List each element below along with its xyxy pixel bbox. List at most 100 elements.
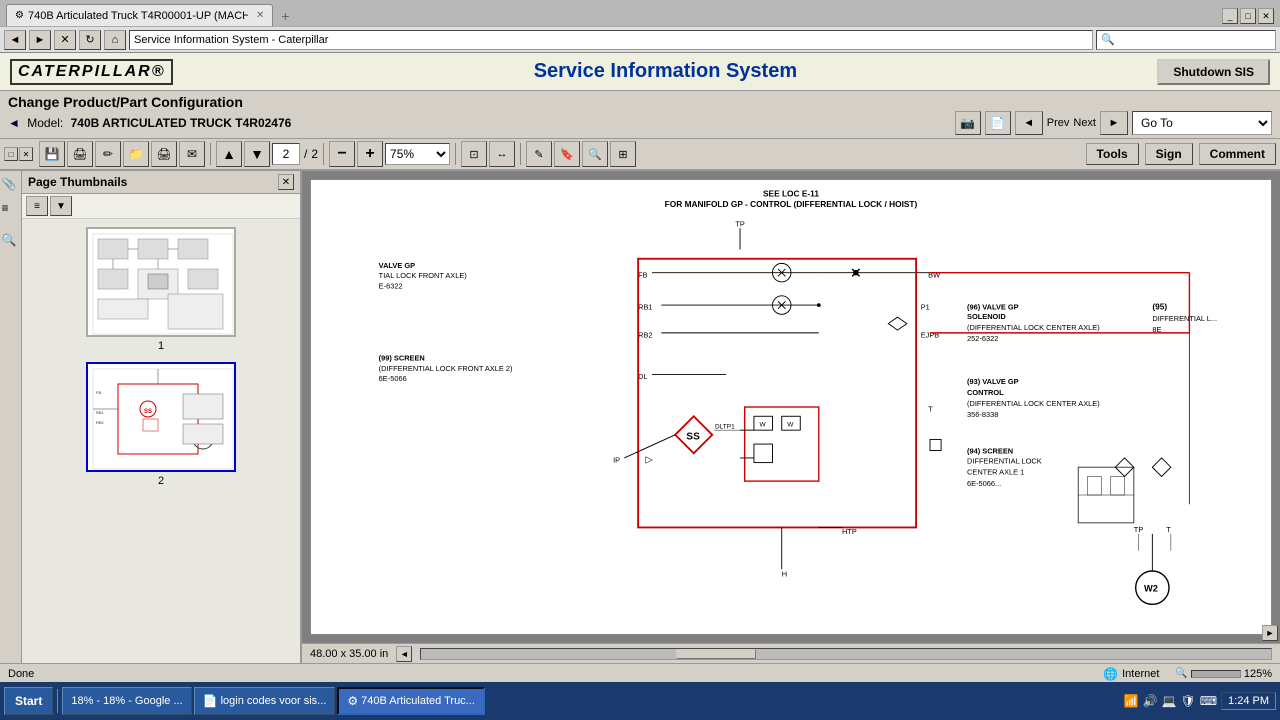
page-separator: / <box>302 147 309 161</box>
tb-layers-btn[interactable]: ⊞ <box>610 141 636 167</box>
stop-nav-btn[interactable]: ✕ <box>54 30 76 50</box>
doc-page[interactable]: SEE LOC E-11 FOR MANIFOLD GP - CONTROL (… <box>310 179 1272 635</box>
shutdown-sis-btn[interactable]: Shutdown SIS <box>1157 59 1270 85</box>
scroll-left-btn[interactable]: ◄ <box>396 646 412 662</box>
tb-zoom-out-btn[interactable]: − <box>329 141 355 167</box>
window-controls: _ □ ✕ <box>1222 8 1274 26</box>
strip-icon-search[interactable]: 🔍 <box>2 233 20 251</box>
svg-text:W: W <box>787 421 794 428</box>
prev-btn[interactable]: ◄ <box>1015 111 1043 135</box>
tray-icon-2: 🔊 <box>1143 694 1158 708</box>
browser-tab[interactable]: ⚙ 740B Articulated Truck T4R00001-UP (MA… <box>6 4 273 26</box>
svg-text:TP: TP <box>1134 525 1144 534</box>
forward-nav-btn[interactable]: ► <box>29 30 51 50</box>
refresh-nav-btn[interactable]: ↻ <box>79 30 101 50</box>
tb-right-btns: Tools Sign Comment <box>1086 143 1276 165</box>
schematic-diagram: SEE LOC E-11 FOR MANIFOLD GP - CONTROL (… <box>311 180 1271 634</box>
svg-text:W2: W2 <box>1144 583 1158 593</box>
win-restore-btn[interactable]: □ <box>4 147 18 161</box>
strip-icon-list[interactable]: ≡ <box>2 201 20 219</box>
model-value: 740B ARTICULATED TRUCK T4R02476 <box>71 116 292 130</box>
document-icon-btn[interactable]: 📄 <box>985 111 1011 135</box>
tb-zoom-in-btn[interactable]: + <box>357 141 383 167</box>
thumbnail-item-2[interactable]: SS W2 FB RB1 RB2 <box>30 362 292 487</box>
address-bar: ◄ ► ✕ ↻ ⌂ 🔍 <box>0 26 1280 52</box>
tb-edit-btn[interactable]: ✏ <box>95 141 121 167</box>
taskbar-btn-login[interactable]: 📄 login codes voor sis... <box>194 687 336 715</box>
h-scrollbar[interactable] <box>420 648 1272 660</box>
svg-text:H: H <box>782 570 787 579</box>
tb-fit-page-btn[interactable]: ⊡ <box>461 141 487 167</box>
scroll-thumb[interactable] <box>676 649 756 659</box>
svg-text:(DIFFERENTIAL LOCK CENTER AXLE: (DIFFERENTIAL LOCK CENTER AXLE) <box>967 399 1100 408</box>
scroll-right-btn[interactable]: ► <box>1262 625 1278 641</box>
svg-text:6E-5066: 6E-5066 <box>379 374 407 383</box>
zoom-control[interactable]: 🔍 125% <box>1175 668 1272 680</box>
svg-text:(94) SCREEN: (94) SCREEN <box>967 446 1013 455</box>
tb-separator4 <box>520 143 521 165</box>
goto-select[interactable]: Go To Page 1 Page 2 <box>1132 111 1272 135</box>
tb-up-btn[interactable]: ▲ <box>216 141 242 167</box>
product-config-title: Change Product/Part Configuration <box>8 94 1272 110</box>
thumbnail-label-1: 1 <box>158 340 164 352</box>
zoom-slider[interactable] <box>1191 670 1241 678</box>
tb-print2-btn[interactable]: 🖨 <box>151 141 177 167</box>
svg-text:HTP: HTP <box>842 527 857 536</box>
tb-down-btn[interactable]: ▼ <box>244 141 270 167</box>
camera-icon-btn[interactable]: 📷 <box>955 111 981 135</box>
prev-label: Prev <box>1047 117 1070 129</box>
new-tab-btn[interactable]: + <box>275 6 295 26</box>
window-maximize-btn[interactable]: □ <box>1240 8 1256 24</box>
page-number-input[interactable] <box>272 143 300 165</box>
tb-search-btn[interactable]: 🔍 <box>582 141 608 167</box>
svg-text:RB2: RB2 <box>638 331 652 340</box>
home-nav-btn[interactable]: ⌂ <box>104 30 126 50</box>
tb-save2-btn[interactable]: 📁 <box>123 141 149 167</box>
win-close-small-btn[interactable]: ✕ <box>19 147 33 161</box>
tb-mail-btn[interactable]: ✉ <box>179 141 205 167</box>
sis-title: Service Information System <box>534 60 797 83</box>
strip-icon-attach[interactable]: 📎 <box>2 177 20 195</box>
tb-fit-width-btn[interactable]: ↔ <box>489 141 515 167</box>
svg-text:IP: IP <box>613 456 620 465</box>
svg-text:252-6322: 252-6322 <box>967 334 998 343</box>
tb-print-btn[interactable]: 🖨 <box>67 141 93 167</box>
start-button[interactable]: Start <box>4 687 53 715</box>
thumb-tb-btn2[interactable]: ▼ <box>50 196 72 216</box>
internet-status: 🌐 Internet <box>1103 667 1159 681</box>
sign-btn[interactable]: Sign <box>1145 143 1193 165</box>
thumbnail-item-1[interactable]: 1 <box>30 227 292 352</box>
address-input[interactable] <box>129 30 1093 50</box>
thumbnail-scroll-area[interactable]: 1 SS <box>22 219 300 663</box>
search-input-area[interactable]: 🔍 <box>1096 30 1276 50</box>
svg-text:RB1: RB1 <box>96 410 105 415</box>
small-win-ctrl: □ ✕ <box>4 147 33 161</box>
thumbnails-title: Page Thumbnails <box>28 175 127 189</box>
sis-header: CATERPILLAR® Service Information System … <box>0 53 1280 91</box>
tools-btn[interactable]: Tools <box>1086 143 1139 165</box>
tb-stamp-btn[interactable]: 🔖 <box>554 141 580 167</box>
tb-save-btn[interactable]: 💾 <box>39 141 65 167</box>
back-nav-btn[interactable]: ◄ <box>4 30 26 50</box>
tray-icon-1: 📶 <box>1124 694 1139 708</box>
comment-btn[interactable]: Comment <box>1199 143 1276 165</box>
tab-close-icon[interactable]: ✕ <box>256 10 264 21</box>
zoom-select[interactable]: 75% 50% 100% 125% <box>385 143 450 165</box>
window-close-btn[interactable]: ✕ <box>1258 8 1274 24</box>
taskbar-btn-google[interactable]: 18% - 18% - Google ... <box>62 687 191 715</box>
next-btn[interactable]: ► <box>1100 111 1128 135</box>
model-info: ◄ Model: 740B ARTICULATED TRUCK T4R02476 <box>8 116 291 130</box>
zoom-decrease-icon[interactable]: 🔍 <box>1175 668 1187 679</box>
thumbnails-close-btn[interactable]: ✕ <box>278 174 294 190</box>
svg-text:VALVE GP: VALVE GP <box>379 261 415 270</box>
window-minimize-btn[interactable]: _ <box>1222 8 1238 24</box>
svg-text:(96) VALVE GP: (96) VALVE GP <box>967 303 1019 312</box>
globe-icon: 🌐 <box>1103 667 1118 681</box>
svg-text:RB2: RB2 <box>96 420 105 425</box>
svg-text:(99) SCREEN: (99) SCREEN <box>379 354 425 363</box>
tb-markup-btn[interactable]: ✎ <box>526 141 552 167</box>
thumb-tb-btn1[interactable]: ≡ <box>26 196 48 216</box>
clock-display: 1:24 PM <box>1221 692 1276 710</box>
back-arrow[interactable]: ◄ <box>8 116 20 130</box>
taskbar-btn-sis[interactable]: ⚙ 740B Articulated Truc... <box>337 687 485 715</box>
